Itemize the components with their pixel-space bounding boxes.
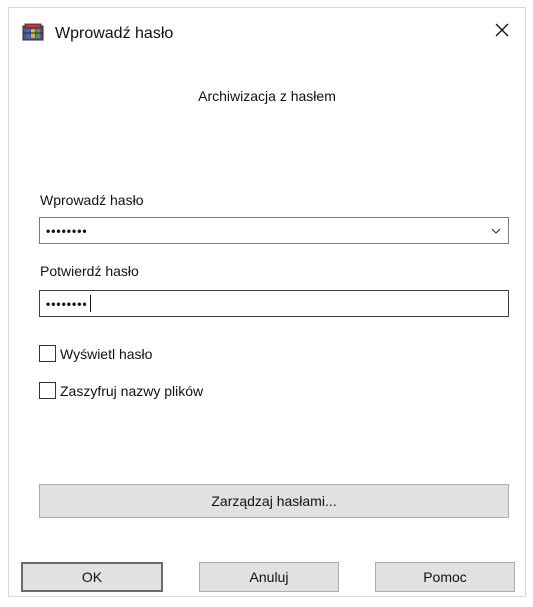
password-dialog: Wprowadź hasło Archiwizacja z hasłem Wpr…	[8, 7, 526, 597]
window-title: Wprowadź hasło	[55, 25, 174, 42]
ok-label: OK	[81, 569, 103, 585]
cancel-label: Anuluj	[249, 569, 289, 585]
encrypt-filenames-label: Zaszyfruj nazwy plików	[60, 382, 204, 399]
password-combobox[interactable]: ••••••••	[39, 217, 509, 244]
dialog-subtitle: Archiwizacja z hasłem	[198, 88, 336, 104]
cancel-button[interactable]: Anuluj	[199, 562, 339, 592]
show-password-label: Wyświetl hasło	[60, 345, 153, 362]
password-label: Wprowadź hasło	[40, 192, 144, 208]
text-caret	[89, 295, 91, 312]
title-bar: Wprowadź hasło	[9, 8, 525, 54]
manage-passwords-label: Zarządzaj hasłami...	[211, 493, 337, 509]
confirm-password-masked-value: ••••••••	[46, 296, 88, 311]
encrypt-filenames-checkbox[interactable]	[39, 382, 56, 399]
confirm-password-label: Potwierdź hasło	[40, 263, 139, 279]
show-password-checkbox[interactable]	[39, 345, 56, 362]
ok-button[interactable]: OK	[21, 562, 163, 592]
help-label: Pomoc	[423, 569, 467, 585]
confirm-password-input[interactable]: ••••••••	[39, 290, 509, 317]
show-password-option[interactable]: Wyświetl hasło	[39, 345, 152, 362]
help-button[interactable]: Pomoc	[375, 562, 515, 592]
winrar-archive-icon	[22, 23, 44, 41]
close-button[interactable]	[485, 16, 519, 48]
close-icon	[494, 22, 510, 43]
chevron-down-icon[interactable]	[490, 224, 502, 236]
password-masked-value: ••••••••	[46, 223, 88, 238]
manage-passwords-button[interactable]: Zarządzaj hasłami...	[39, 484, 509, 518]
encrypt-filenames-option[interactable]: Zaszyfruj nazwy plików	[39, 382, 203, 399]
